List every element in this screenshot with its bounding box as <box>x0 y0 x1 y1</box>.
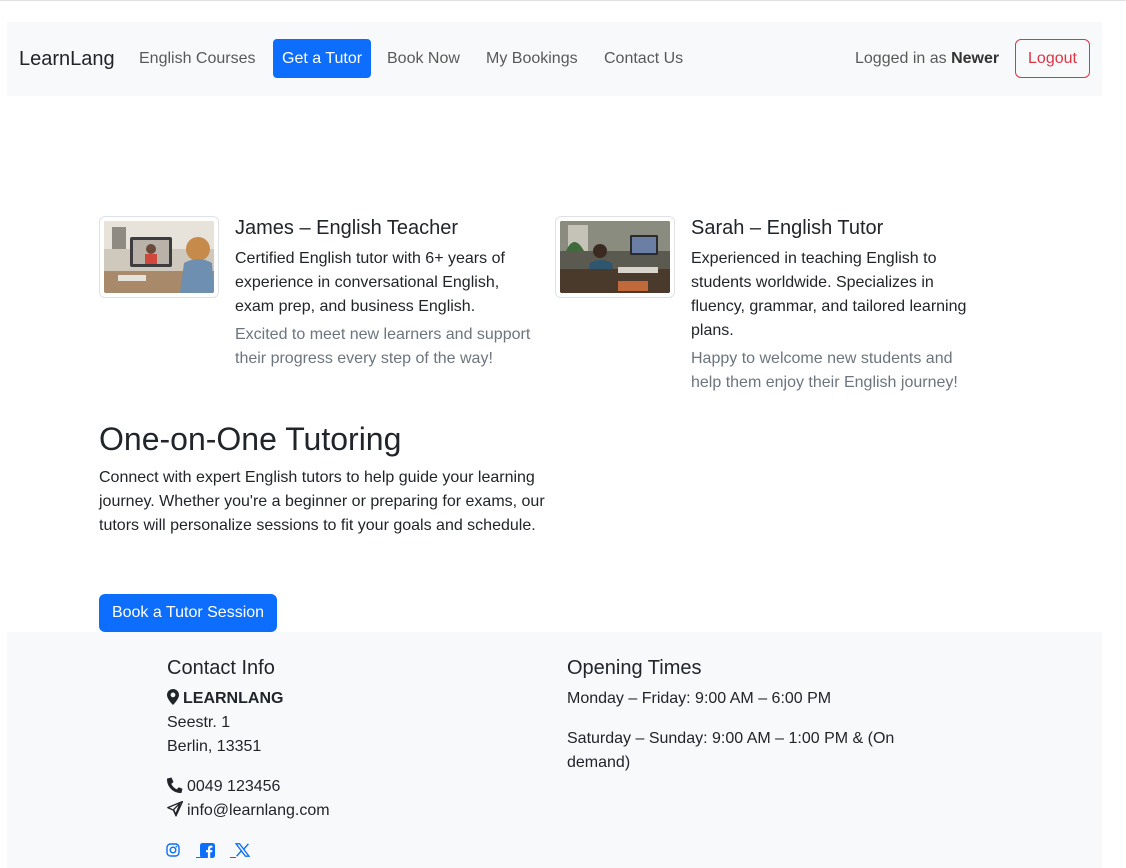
navbar: LearnLang English Courses Get a Tutor Bo… <box>7 22 1102 96</box>
contact-info-heading: Contact Info <box>167 657 275 679</box>
page-title: One-on-One Tutoring <box>99 421 402 457</box>
logged-in-prefix: Logged in as <box>855 50 947 67</box>
nav-english-courses[interactable]: English Courses <box>130 39 265 78</box>
phone-line: 0049 123456 <box>166 775 281 801</box>
tutor-note: Happy to welcome new students and help t… <box>691 350 958 391</box>
tutor-photo-image <box>560 221 670 293</box>
weekend-hours: Saturday – Sunday: 9:00 AM – 1:00 PM & (… <box>567 730 895 771</box>
book-tutor-session-button[interactable]: Book a Tutor Session <box>99 594 277 632</box>
tutor-photo <box>555 216 675 298</box>
phone-number: 0049 123456 <box>187 778 281 795</box>
top-border <box>0 0 1126 1</box>
tutor-name: Sarah – English Tutor <box>691 217 884 239</box>
tutor-photo-image <box>104 221 214 293</box>
brand-logo[interactable]: LearnLang <box>19 47 115 71</box>
phone-icon <box>166 777 183 801</box>
map-pin-icon <box>167 689 179 713</box>
email-address[interactable]: info@learnlang.com <box>187 802 330 819</box>
logged-in-status: Logged in as Newer <box>855 49 999 69</box>
weekday-hours: Monday – Friday: 9:00 AM – 6:00 PM <box>567 690 832 707</box>
tutor-name: James – English Teacher <box>235 217 459 239</box>
city-address: Berlin, 13351 <box>167 738 262 755</box>
username: Newer <box>951 50 1000 67</box>
nav-get-a-tutor[interactable]: Get a Tutor <box>273 39 372 78</box>
tutor-description: Certified English tutor with 6+ years of… <box>235 250 505 315</box>
company-name: LEARNLANG <box>167 687 283 713</box>
opening-times-heading: Opening Times <box>567 657 702 679</box>
facebook-icon[interactable] <box>200 843 216 859</box>
street-address: Seestr. 1 <box>167 714 231 731</box>
nav-contact-us[interactable]: Contact Us <box>595 39 692 78</box>
tutor-description: Experienced in teaching English to stude… <box>691 250 967 339</box>
scrollbar[interactable] <box>1112 1 1126 868</box>
hero-description: Connect with expert English tutors to he… <box>99 469 545 534</box>
logout-button[interactable]: Logout <box>1015 39 1090 78</box>
company-label: LEARNLANG <box>183 690 284 707</box>
tutor-photo <box>99 216 219 298</box>
email-line: info@learnlang.com <box>167 799 330 825</box>
send-icon <box>167 800 184 825</box>
nav-my-bookings[interactable]: My Bookings <box>477 39 587 78</box>
instagram-icon[interactable] <box>166 843 182 859</box>
nav-book-now[interactable]: Book Now <box>378 39 469 78</box>
tutor-note: Excited to meet new learners and support… <box>235 326 531 367</box>
x-icon[interactable] <box>235 843 251 859</box>
